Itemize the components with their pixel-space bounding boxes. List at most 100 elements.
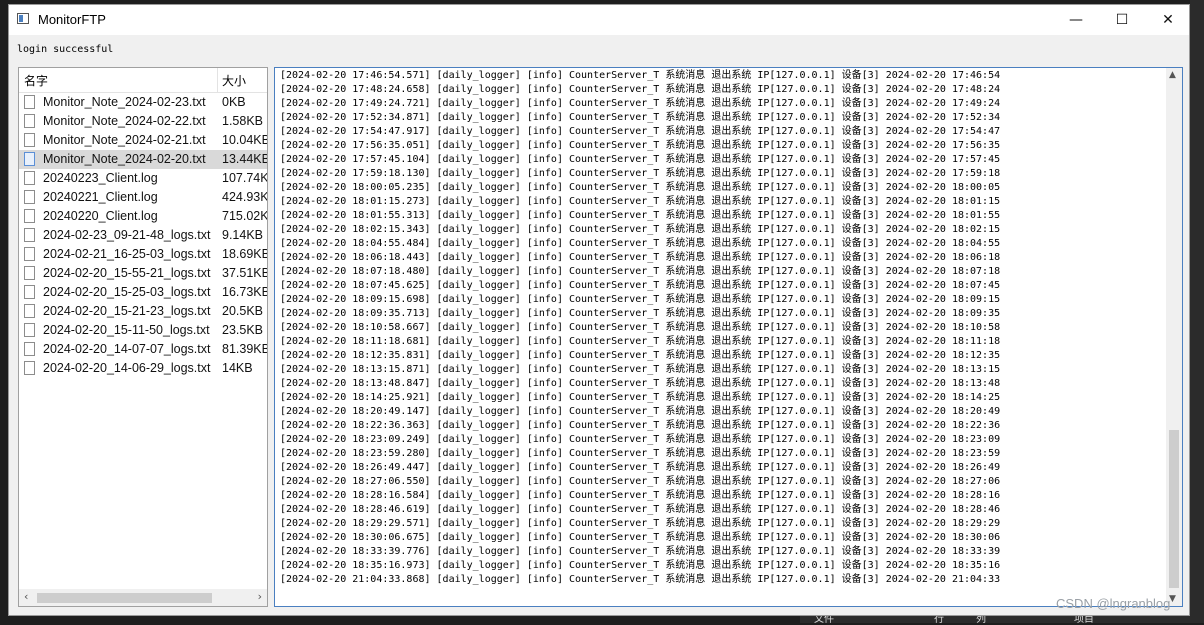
file-list-header: 名字 大小 <box>19 68 267 93</box>
log-line: [2024-02-20 18:02:15.343] [daily_logger]… <box>280 224 1001 235</box>
log-line: [2024-02-20 17:52:34.871] [daily_logger]… <box>280 112 1001 123</box>
log-line: [2024-02-20 17:59:18.130] [daily_logger]… <box>280 168 1001 179</box>
file-size: 81.39KB <box>222 342 268 356</box>
log-line: [2024-02-20 18:35:16.973] [daily_logger]… <box>280 560 1001 571</box>
column-header-size[interactable]: 大小 <box>222 72 246 89</box>
file-row[interactable]: 2024-02-23_09-21-48_logs.txt 9.14KB <box>19 226 267 245</box>
file-row[interactable]: Monitor_Note_2024-02-22.txt 1.58KB <box>19 112 267 131</box>
close-button[interactable]: ✕ <box>1145 5 1191 35</box>
log-line: [2024-02-20 18:01:15.273] [daily_logger]… <box>280 196 1001 207</box>
log-line: [2024-02-20 17:57:45.104] [daily_logger]… <box>280 154 1001 165</box>
file-row[interactable]: 20240223_Client.log 107.74KB <box>19 169 267 188</box>
file-size: 715.02KB <box>222 209 268 223</box>
file-name: 20240220_Client.log <box>43 209 158 223</box>
log-line: [2024-02-20 18:06:18.443] [daily_logger]… <box>280 252 1001 263</box>
scroll-up-icon[interactable]: ▲ <box>1169 70 1176 80</box>
vertical-scroll-thumb[interactable] <box>1169 430 1179 588</box>
column-header-name[interactable]: 名字 <box>24 72 48 89</box>
scroll-right-icon[interactable]: › <box>258 590 262 603</box>
log-line: [2024-02-20 21:04:33.868] [daily_logger]… <box>280 574 1001 585</box>
log-line: [2024-02-20 18:09:15.698] [daily_logger]… <box>280 294 1001 305</box>
file-size: 0KB <box>222 95 246 109</box>
log-line: [2024-02-20 18:30:06.675] [daily_logger]… <box>280 532 1001 543</box>
file-row[interactable]: 20240220_Client.log 715.02KB <box>19 207 267 226</box>
file-size: 23.5KB <box>222 323 264 337</box>
watermark: CSDN @lngranblog <box>1056 596 1171 611</box>
status-text: login successful <box>17 44 114 55</box>
file-row[interactable]: 2024-02-20_15-55-21_logs.txt 37.51KB <box>19 264 267 283</box>
file-icon <box>24 114 35 128</box>
log-line: [2024-02-20 18:12:35.831] [daily_logger]… <box>280 350 1001 361</box>
log-line: [2024-02-20 18:13:48.847] [daily_logger]… <box>280 378 1001 389</box>
log-line: [2024-02-20 18:27:06.550] [daily_logger]… <box>280 476 1001 487</box>
file-icon <box>24 247 35 261</box>
file-icon <box>24 361 35 375</box>
file-name: 2024-02-21_16-25-03_logs.txt <box>43 247 211 261</box>
file-size: 14KB <box>222 361 253 375</box>
file-row[interactable]: 2024-02-20_15-21-23_logs.txt 20.5KB <box>19 302 267 321</box>
file-icon <box>24 209 35 223</box>
title-bar[interactable]: MonitorFTP — ☐ ✕ <box>9 5 1189 35</box>
file-name: 2024-02-20_14-07-07_logs.txt <box>43 342 211 356</box>
file-size: 18.69KB <box>222 247 268 261</box>
app-window-icon <box>17 13 29 24</box>
file-row[interactable]: 20240221_Client.log 424.93KB <box>19 188 267 207</box>
file-row[interactable]: 2024-02-20_15-25-03_logs.txt 16.73KB <box>19 283 267 302</box>
file-icon <box>24 342 35 356</box>
log-line: [2024-02-20 18:22:36.363] [daily_logger]… <box>280 420 1001 431</box>
file-row[interactable]: 2024-02-21_16-25-03_logs.txt 18.69KB <box>19 245 267 264</box>
background-editor-strip <box>0 0 8 623</box>
file-name: 20240221_Client.log <box>43 190 158 204</box>
log-line: [2024-02-20 17:48:24.658] [daily_logger]… <box>280 84 1001 95</box>
log-line: [2024-02-20 18:13:15.871] [daily_logger]… <box>280 364 1001 375</box>
file-name: 2024-02-20_15-55-21_logs.txt <box>43 266 211 280</box>
horizontal-scrollbar[interactable]: ‹ › <box>19 589 267 606</box>
file-size: 37.51KB <box>222 266 268 280</box>
column-divider[interactable] <box>217 68 218 92</box>
log-line: [2024-02-20 18:23:09.249] [daily_logger]… <box>280 434 1001 445</box>
file-row[interactable]: Monitor_Note_2024-02-21.txt 10.04KB <box>19 131 267 150</box>
log-viewer[interactable]: [2024-02-20 17:46:54.571] [daily_logger]… <box>274 67 1183 607</box>
file-name: Monitor_Note_2024-02-22.txt <box>43 114 206 128</box>
vertical-scrollbar[interactable]: ▲ ▼ <box>1166 68 1182 606</box>
file-icon <box>24 152 35 166</box>
log-line: [2024-02-20 17:54:47.917] [daily_logger]… <box>280 126 1001 137</box>
log-line: [2024-02-20 18:07:18.480] [daily_logger]… <box>280 266 1001 277</box>
file-name: Monitor_Note_2024-02-21.txt <box>43 133 206 147</box>
scroll-left-icon[interactable]: ‹ <box>24 590 28 603</box>
file-row[interactable]: Monitor_Note_2024-02-20.txt 13.44KB <box>19 150 267 169</box>
file-row[interactable]: 2024-02-20_14-07-07_logs.txt 81.39KB <box>19 340 267 359</box>
file-size: 20.5KB <box>222 304 264 318</box>
log-line: [2024-02-20 18:29:29.571] [daily_logger]… <box>280 518 1001 529</box>
log-text: [2024-02-20 17:46:54.571] [daily_logger]… <box>280 69 1000 587</box>
log-line: [2024-02-20 18:23:59.280] [daily_logger]… <box>280 448 1001 459</box>
file-icon <box>24 304 35 318</box>
log-line: [2024-02-20 18:00:05.235] [daily_logger]… <box>280 182 1001 193</box>
log-line: [2024-02-20 18:28:46.619] [daily_logger]… <box>280 504 1001 515</box>
file-row[interactable]: 2024-02-20_15-11-50_logs.txt 23.5KB <box>19 321 267 340</box>
file-name: 20240223_Client.log <box>43 171 158 185</box>
maximize-button[interactable]: ☐ <box>1099 5 1145 35</box>
file-name: 2024-02-20_15-25-03_logs.txt <box>43 285 211 299</box>
horizontal-scroll-thumb[interactable] <box>37 593 212 603</box>
log-line: [2024-02-20 18:10:58.667] [daily_logger]… <box>280 322 1001 333</box>
log-line: [2024-02-20 18:33:39.776] [daily_logger]… <box>280 546 1001 557</box>
file-name: 2024-02-20_14-06-29_logs.txt <box>43 361 211 375</box>
file-icon <box>24 228 35 242</box>
monitorftp-window: MonitorFTP — ☐ ✕ login successful 名字 大小 … <box>8 4 1190 616</box>
file-name: 2024-02-20_15-21-23_logs.txt <box>43 304 211 318</box>
file-name: Monitor_Note_2024-02-23.txt <box>43 95 206 109</box>
log-line: [2024-02-20 18:14:25.921] [daily_logger]… <box>280 392 1001 403</box>
file-size: 424.93KB <box>222 190 268 204</box>
file-size: 9.14KB <box>222 228 264 242</box>
minimize-button[interactable]: — <box>1053 5 1099 35</box>
file-row[interactable]: Monitor_Note_2024-02-23.txt 0KB <box>19 93 267 112</box>
file-name: 2024-02-23_09-21-48_logs.txt <box>43 228 211 242</box>
log-line: [2024-02-20 18:09:35.713] [daily_logger]… <box>280 308 1001 319</box>
file-row[interactable]: 2024-02-20_14-06-29_logs.txt 14KB <box>19 359 267 378</box>
file-list-panel[interactable]: 名字 大小 Monitor_Note_2024-02-23.txt 0KB Moni… <box>18 67 268 607</box>
file-size: 1.58KB <box>222 114 264 128</box>
file-size: 16.73KB <box>222 285 268 299</box>
file-icon <box>24 190 35 204</box>
log-line: [2024-02-20 18:04:55.484] [daily_logger]… <box>280 238 1001 249</box>
